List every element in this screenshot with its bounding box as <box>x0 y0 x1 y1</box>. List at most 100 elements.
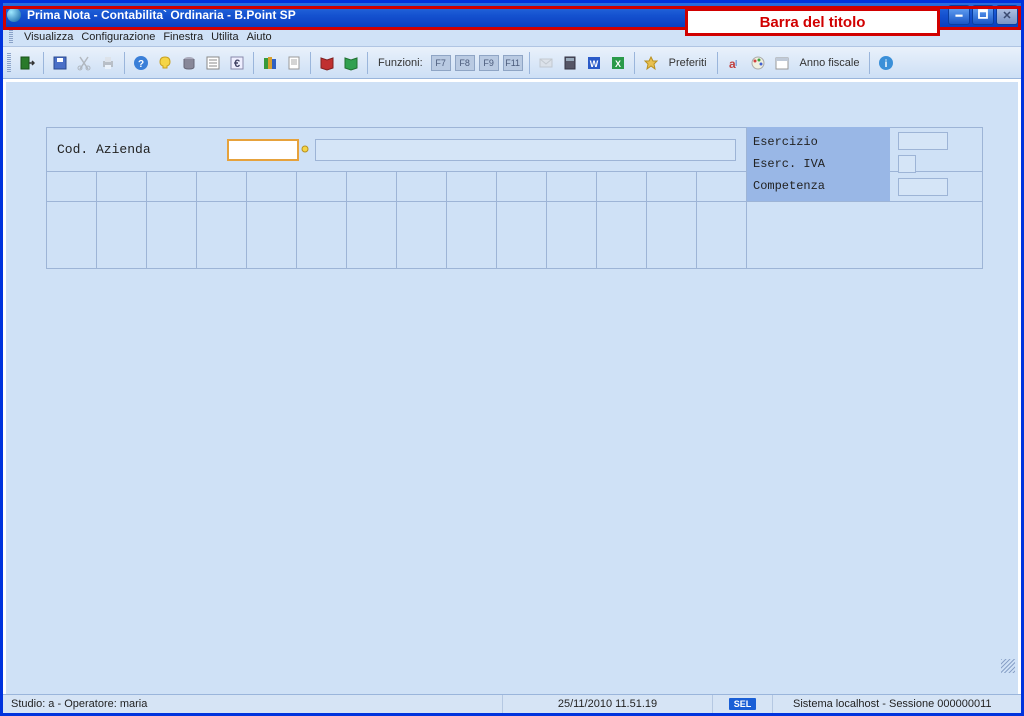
calendar-icon[interactable] <box>772 53 792 73</box>
esercizio-value <box>898 132 948 150</box>
sel-badge: SEL <box>729 698 757 710</box>
grid-cell[interactable] <box>597 172 647 201</box>
calc-icon[interactable] <box>560 53 580 73</box>
grid-cell[interactable] <box>247 202 297 268</box>
cod-azienda-input[interactable] <box>227 139 299 161</box>
font-icon[interactable]: aI <box>724 53 744 73</box>
grid-cell[interactable] <box>297 172 347 201</box>
database-icon[interactable] <box>179 53 199 73</box>
esercizio-label: Esercizio <box>753 135 884 149</box>
menu-aiuto[interactable]: Aiuto <box>247 31 272 43</box>
help-icon[interactable]: ? <box>131 53 151 73</box>
status-session: Sistema localhost - Sessione 000000011 <box>793 698 992 710</box>
book1-icon[interactable] <box>317 53 337 73</box>
separator <box>43 52 44 74</box>
euro-icon[interactable]: € <box>227 53 247 73</box>
grid-cell[interactable] <box>297 202 347 268</box>
annotation-label: Barra del titolo <box>760 14 866 31</box>
svg-text:i: i <box>885 59 888 70</box>
grid-cell[interactable] <box>347 202 397 268</box>
excel-icon[interactable]: X <box>608 53 628 73</box>
menu-finestra[interactable]: Finestra <box>163 31 203 43</box>
grid-cell[interactable] <box>197 172 247 201</box>
grid-cell[interactable] <box>497 172 547 201</box>
close-button[interactable]: ✕ <box>996 5 1018 25</box>
separator <box>124 52 125 74</box>
side-values-block <box>890 127 982 201</box>
save-icon[interactable] <box>50 53 70 73</box>
cut-icon[interactable] <box>74 53 94 73</box>
status-datetime: 25/11/2010 11.51.19 <box>558 698 657 710</box>
codice-azienda-field-area: Cod. Azienda <box>47 128 747 171</box>
menu-visualizza[interactable]: Visualizza <box>24 31 73 43</box>
resize-grip-icon[interactable] <box>1001 659 1015 673</box>
grid-cell[interactable] <box>647 172 697 201</box>
print-icon[interactable] <box>98 53 118 73</box>
toolbar-grip <box>7 53 11 73</box>
funzioni-label: Funzioni: <box>378 57 423 69</box>
status-sel-pane: SEL <box>713 695 773 713</box>
eserc-iva-value <box>898 155 916 173</box>
svg-text:I: I <box>735 59 737 68</box>
grid-cell[interactable] <box>697 202 746 268</box>
form-panel: Cod. Azienda Esercizio Eserc. IVA Compet… <box>46 127 983 269</box>
grid-cell[interactable] <box>397 172 447 201</box>
grid-cell[interactable] <box>97 202 147 268</box>
star-icon[interactable] <box>641 53 661 73</box>
f11-key[interactable]: F11 <box>503 55 523 71</box>
grid-cell[interactable] <box>597 202 647 268</box>
separator <box>367 52 368 74</box>
grid-cell[interactable] <box>147 172 197 201</box>
palette-icon[interactable] <box>748 53 768 73</box>
grid-cell[interactable] <box>647 202 697 268</box>
menu-configurazione[interactable]: Configurazione <box>81 31 155 43</box>
grid-cell[interactable] <box>547 172 597 201</box>
separator <box>310 52 311 74</box>
info-icon[interactable]: i <box>876 53 896 73</box>
separator <box>253 52 254 74</box>
grid-cell[interactable] <box>547 202 597 268</box>
mail-icon[interactable] <box>536 53 556 73</box>
grid-cells <box>47 172 747 201</box>
grid-cells <box>47 202 747 268</box>
grid-cell[interactable] <box>347 172 397 201</box>
grid-cell[interactable] <box>447 172 497 201</box>
grid-cell[interactable] <box>697 172 746 201</box>
f7-key[interactable]: F7 <box>431 55 451 71</box>
status-datetime-pane: 25/11/2010 11.51.19 <box>503 695 713 713</box>
grid-cell[interactable] <box>197 202 247 268</box>
grid-cell[interactable] <box>497 202 547 268</box>
grid-cell[interactable] <box>47 172 97 201</box>
status-right-pane: Sistema localhost - Sessione 000000011 <box>773 695 1021 713</box>
anno-fiscale-label[interactable]: Anno fiscale <box>800 57 860 69</box>
document-icon[interactable] <box>284 53 304 73</box>
f8-key[interactable]: F8 <box>455 55 475 71</box>
list-icon[interactable] <box>203 53 223 73</box>
minimize-button[interactable]: 🗕 <box>948 5 970 25</box>
grid-cell[interactable] <box>447 202 497 268</box>
grid-row-2 <box>47 202 982 268</box>
grid-cell[interactable] <box>97 172 147 201</box>
grid-cell[interactable] <box>247 172 297 201</box>
lookup-icon[interactable] <box>299 139 313 161</box>
f9-key[interactable]: F9 <box>479 55 499 71</box>
grid-cell[interactable] <box>397 202 447 268</box>
book2-icon[interactable] <box>341 53 361 73</box>
grid-cell[interactable] <box>147 202 197 268</box>
svg-text:?: ? <box>138 59 144 70</box>
toolbar: ? € Funzioni: F7 F8 F9 F11 W X Preferiti… <box>3 47 1021 79</box>
menu-utilita[interactable]: Utilita <box>211 31 239 43</box>
azienda-description-box <box>315 139 736 161</box>
cod-azienda-label: Cod. Azienda <box>57 142 227 157</box>
word-icon[interactable]: W <box>584 53 604 73</box>
content-area: Cod. Azienda Esercizio Eserc. IVA Compet… <box>6 82 1018 694</box>
grid-cell[interactable] <box>47 202 97 268</box>
separator <box>529 52 530 74</box>
exit-icon[interactable] <box>17 53 37 73</box>
preferiti-label[interactable]: Preferiti <box>669 57 707 69</box>
status-left: Studio: a - Operatore: maria <box>3 695 503 713</box>
studio-operator-text: Studio: a - Operatore: maria <box>11 698 147 710</box>
hint-icon[interactable] <box>155 53 175 73</box>
maximize-button[interactable]: 🗖 <box>972 5 994 25</box>
books-icon[interactable] <box>260 53 280 73</box>
